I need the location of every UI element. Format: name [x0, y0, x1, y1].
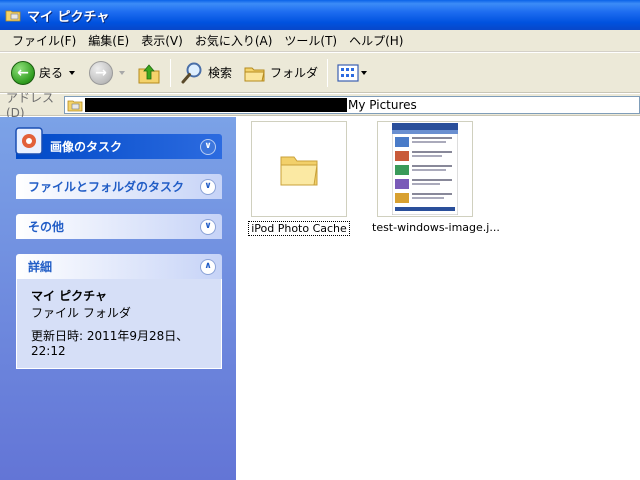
toolbar-separator — [327, 58, 329, 87]
forward-dropdown-icon[interactable] — [119, 70, 126, 75]
menu-bar: ファイル(F) 編集(E) 表示(V) お気に入り(A) ツール(T) ヘルプ(… — [0, 30, 640, 52]
toolbar: ← 戻る → 検索 フォルダ — [0, 53, 640, 93]
image-tasks-title: 画像のタスク — [50, 140, 123, 154]
address-bar: アドレス(D) My Pictures — [0, 91, 640, 120]
file-item-folder[interactable]: iPod Photo Cache — [244, 121, 354, 236]
file-item-image[interactable]: test-windows-image.j... — [370, 121, 500, 234]
other-title: その他 — [28, 220, 65, 234]
menu-help[interactable]: ヘルプ(H) — [343, 31, 409, 51]
back-arrow-icon: ← — [11, 60, 35, 85]
other-panel: その他 ∨ — [16, 214, 222, 239]
redacted-path — [85, 97, 347, 112]
back-dropdown-icon[interactable] — [69, 70, 76, 75]
collapse-chevron-icon[interactable]: ∧ — [200, 258, 216, 275]
file-name-label: test-windows-image.j... — [372, 221, 500, 234]
file-folder-tasks-header[interactable]: ファイルとフォルダのタスク ∨ — [16, 174, 222, 199]
window-title: マイ ピクチャ — [27, 9, 110, 25]
folders-label: フォルダ — [270, 66, 319, 80]
other-header[interactable]: その他 ∨ — [16, 214, 222, 239]
file-folder-tasks-title: ファイルとフォルダのタスク — [28, 180, 185, 194]
address-label: アドレス(D) — [6, 91, 55, 120]
file-name-label: iPod Photo Cache — [248, 221, 350, 236]
search-icon — [181, 62, 202, 83]
expand-chevron-icon[interactable]: ∨ — [200, 218, 216, 235]
menu-favorites[interactable]: お気に入り(A) — [189, 31, 279, 51]
up-folder-button[interactable] — [134, 57, 164, 89]
expand-chevron-icon[interactable]: ∨ — [200, 178, 216, 195]
image-thumbnail — [377, 121, 473, 217]
details-modified: 更新日時: 2011年9月28日、22:12 — [31, 329, 189, 358]
file-folder-tasks-panel: ファイルとフォルダのタスク ∨ — [16, 174, 222, 199]
search-button[interactable]: 検索 — [177, 57, 235, 89]
details-header[interactable]: 詳細 ∧ — [16, 254, 222, 279]
folder-icon — [5, 7, 21, 23]
views-icon — [337, 63, 359, 82]
menu-file[interactable]: ファイル(F) — [6, 31, 82, 51]
menu-tools[interactable]: ツール(T) — [278, 31, 343, 51]
forward-button[interactable]: → — [86, 57, 128, 89]
menu-view[interactable]: 表示(V) — [135, 31, 189, 51]
details-name: マイ ピクチャ — [31, 289, 108, 303]
pictures-task-icon — [14, 126, 46, 158]
folder-thumbnail — [251, 121, 347, 217]
title-bar[interactable]: マイ ピクチャ — [0, 0, 640, 30]
address-field[interactable]: My Pictures — [64, 95, 640, 114]
folder-icon — [280, 156, 318, 186]
toolbar-separator — [170, 58, 172, 87]
folders-button[interactable]: フォルダ — [241, 57, 321, 89]
back-label: 戻る — [39, 66, 64, 80]
details-panel: 詳細 ∧ マイ ピクチャ ファイル フォルダ 更新日時: 2011年9月28日、… — [16, 254, 222, 369]
details-body: マイ ピクチャ ファイル フォルダ 更新日時: 2011年9月28日、22:12 — [16, 279, 222, 369]
search-label: 検索 — [208, 66, 233, 80]
views-button[interactable] — [334, 57, 370, 89]
views-dropdown-icon[interactable] — [361, 70, 368, 75]
up-folder-icon — [138, 63, 160, 83]
details-type: ファイル フォルダ — [31, 306, 131, 320]
collapse-chevron-icon[interactable]: ∨ — [200, 138, 216, 155]
webpage-screenshot-thumbnail — [392, 123, 458, 215]
folders-icon — [244, 67, 265, 81]
task-pane: 画像のタスク ∨ ファイルとフォルダのタスク ∨ その他 ∨ 詳細 ∧ マイ ピ… — [0, 117, 236, 480]
folder-icon — [67, 98, 83, 112]
back-button[interactable]: ← 戻る — [8, 57, 78, 89]
image-tasks-header[interactable]: 画像のタスク ∨ — [16, 134, 222, 159]
details-title: 詳細 — [28, 260, 53, 274]
address-path: My Pictures — [348, 97, 417, 112]
forward-arrow-icon: → — [89, 60, 114, 85]
file-list-view[interactable]: iPod Photo Cache test-windows-image.j... — [236, 117, 640, 480]
menu-edit[interactable]: 編集(E) — [82, 31, 135, 51]
image-tasks-panel: 画像のタスク ∨ — [15, 127, 222, 159]
